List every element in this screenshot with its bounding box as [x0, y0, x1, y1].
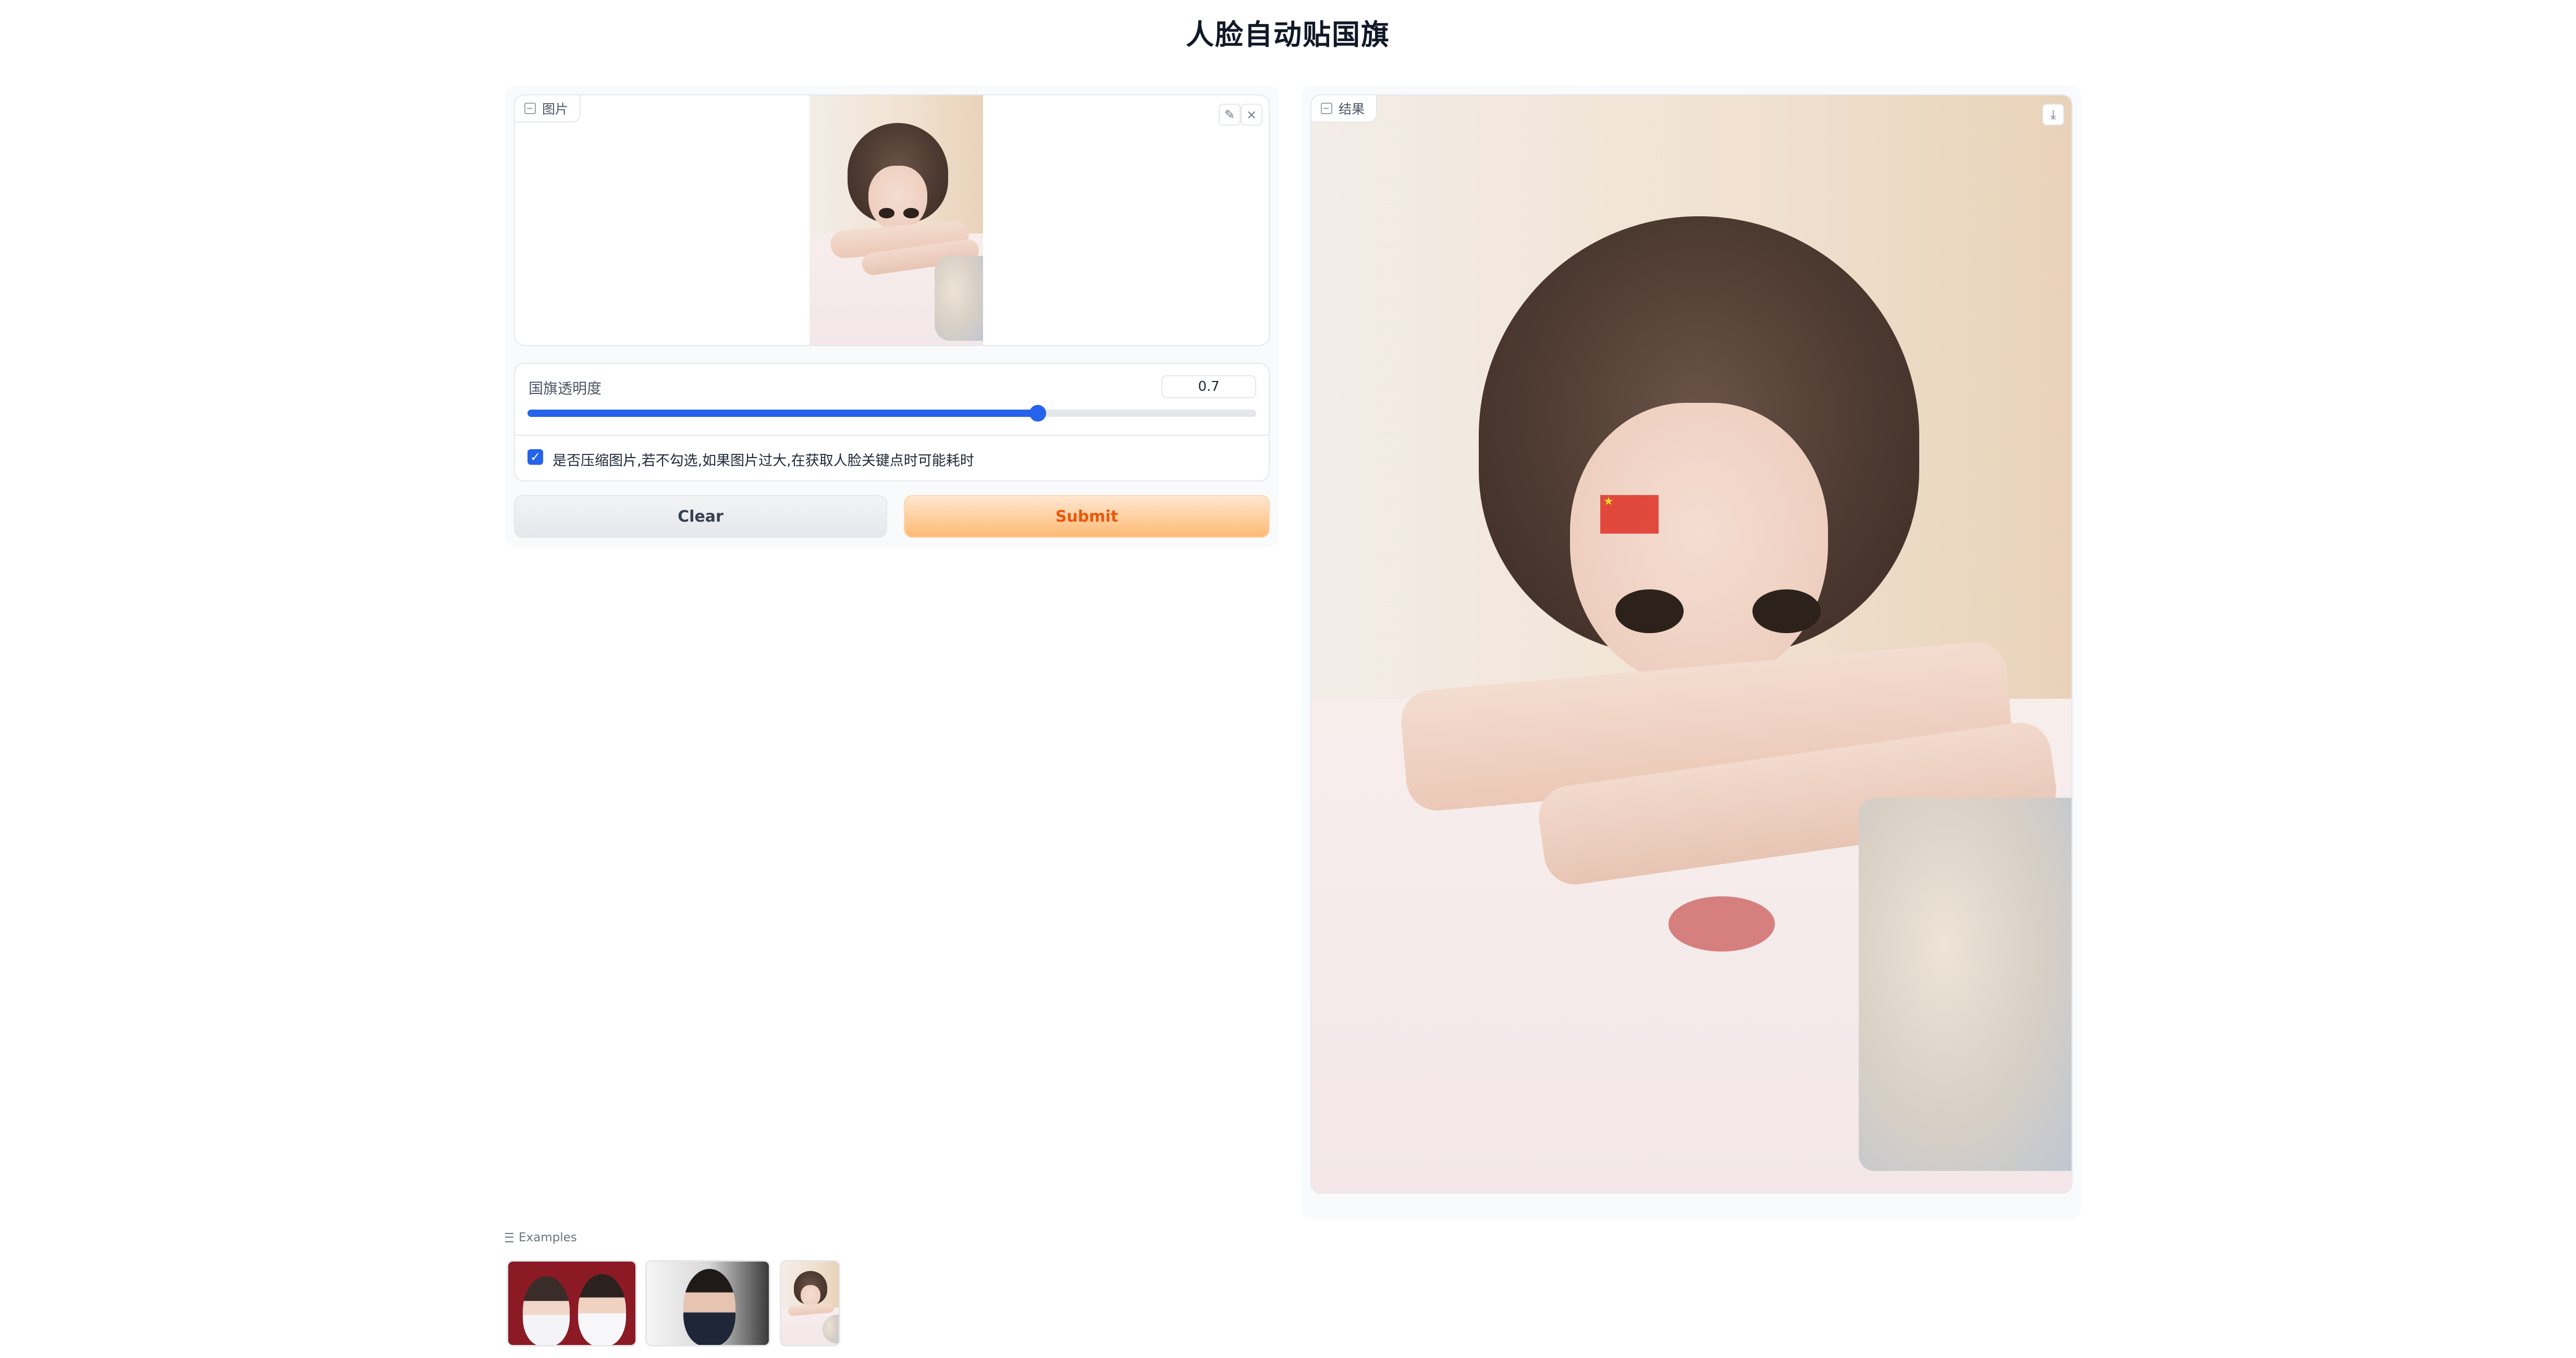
result-label: 结果 — [1311, 95, 1378, 122]
examples-label: Examples — [505, 1231, 577, 1244]
examples-label-text: Examples — [519, 1231, 577, 1244]
opacity-slider-block: 国旗透明度 0.7 — [514, 363, 1270, 436]
example-thumbnail-2[interactable] — [645, 1260, 770, 1347]
input-image-box[interactable]: 图片 ✎ × — [514, 94, 1270, 346]
flag-overlay: ★ — [1600, 495, 1659, 534]
opacity-label: 国旗透明度 — [529, 380, 602, 397]
compress-checkbox[interactable]: ✓ — [528, 449, 543, 465]
opacity-slider[interactable] — [528, 405, 1256, 422]
result-label-text: 结果 — [1339, 102, 1365, 117]
app-root: 人脸自动贴国旗 图片 ✎ × 国旗透明度 0.7 ✓ 是否压缩图片,若不勾选,如… — [0, 0, 2576, 1358]
slider-thumb[interactable] — [1029, 405, 1046, 422]
opacity-number-input[interactable]: 0.7 — [1161, 375, 1256, 398]
image-icon — [524, 103, 536, 114]
clear-image-button[interactable]: × — [1241, 104, 1262, 126]
input-photo — [809, 95, 983, 345]
pencil-icon: ✎ — [1224, 107, 1235, 122]
list-icon — [505, 1233, 513, 1242]
submit-button[interactable]: Submit — [904, 495, 1270, 538]
result-image-box: ★ 结果 ⤓ — [1310, 94, 2072, 1194]
edit-button[interactable]: ✎ — [1219, 104, 1241, 126]
slider-fill — [528, 410, 1038, 417]
image-icon — [1321, 103, 1332, 114]
clear-button[interactable]: Clear — [514, 495, 887, 538]
result-photo: ★ — [1311, 95, 2071, 1193]
example-thumbnail-1[interactable] — [507, 1260, 637, 1347]
compress-option: ✓ 是否压缩图片,若不勾选,如果图片过大,在获取人脸关键点时可能耗时 — [514, 436, 1270, 482]
compress-label: 是否压缩图片,若不勾选,如果图片过大,在获取人脸关键点时可能耗时 — [553, 453, 974, 469]
close-icon: × — [1246, 107, 1257, 122]
input-image-label-text: 图片 — [542, 102, 569, 117]
output-panel: ★ 结果 ⤓ — [1302, 85, 2081, 1219]
download-button[interactable]: ⤓ — [2042, 104, 2064, 126]
page-title: 人脸自动贴国旗 — [1186, 18, 1390, 51]
example-thumbnail-3[interactable] — [780, 1260, 840, 1347]
star-icon: ★ — [1603, 495, 1614, 508]
input-panel: 图片 ✎ × 国旗透明度 0.7 ✓ 是否压缩图片,若不勾选,如果图片过大,在获… — [505, 85, 1279, 547]
input-image-label: 图片 — [515, 95, 581, 122]
download-icon: ⤓ — [2050, 107, 2056, 122]
